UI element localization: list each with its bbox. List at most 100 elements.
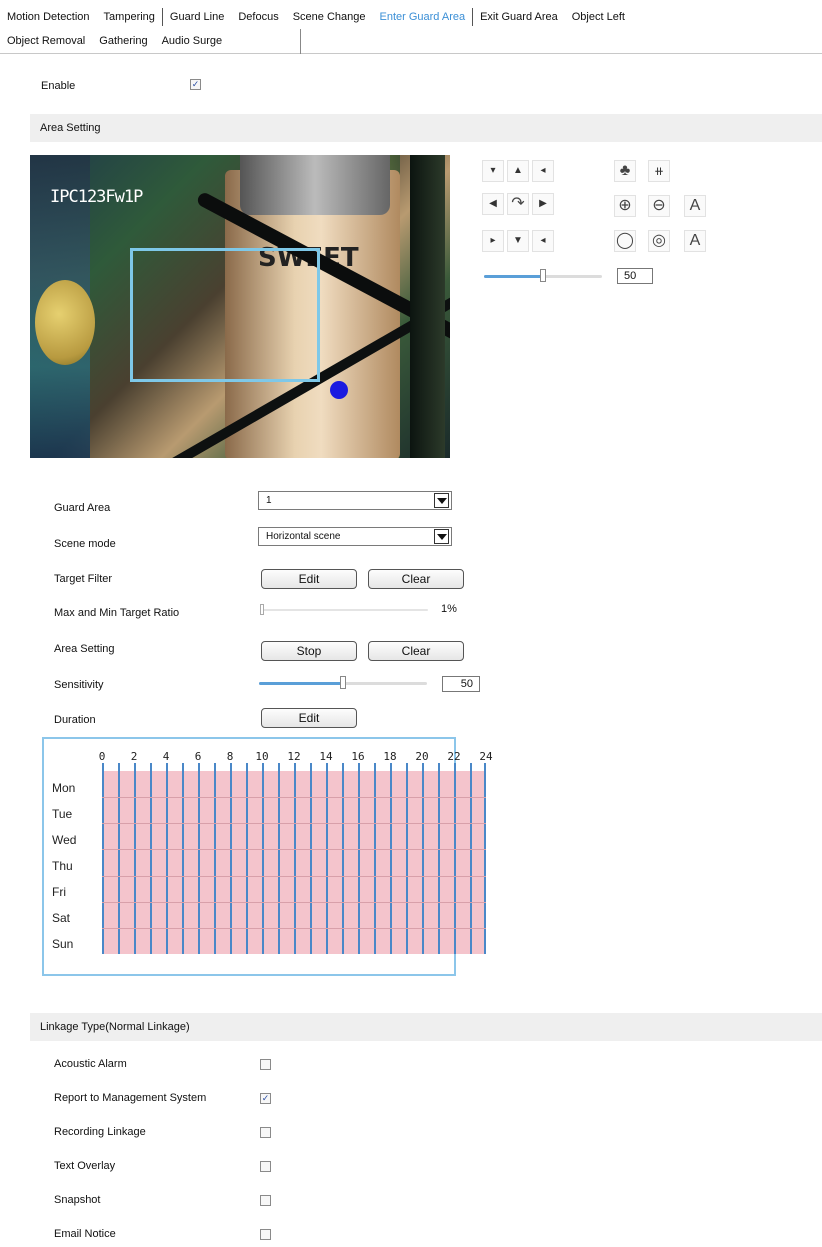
schedule-hour-tick <box>230 763 232 771</box>
ptz-down-icon[interactable]: ▼ <box>507 230 529 252</box>
linkage-checkbox[interactable] <box>260 1195 271 1206</box>
schedule-day-line <box>102 928 486 929</box>
hour-label: 0 <box>98 750 106 763</box>
day-label: Mon <box>52 781 76 795</box>
tab-row-1: Motion Detection Tampering Guard Line De… <box>0 6 632 28</box>
tab-guard-line[interactable]: Guard Line <box>163 8 231 26</box>
schedule-hour-tick <box>198 763 200 771</box>
ptz-up-right-icon[interactable]: ◂ <box>532 160 554 182</box>
video-object-lemon <box>35 280 95 365</box>
ptz-rotate-icon[interactable]: ↷ <box>507 193 529 215</box>
hour-label: 8 <box>226 750 234 763</box>
schedule-hour-line <box>390 771 392 954</box>
schedule-hour-line <box>166 771 168 954</box>
tab-divider-vertical <box>300 29 301 54</box>
duration-label: Duration <box>54 714 96 726</box>
ptz-speed-value[interactable]: 50 <box>617 268 653 284</box>
iris-open-icon[interactable]: ◯ <box>614 230 636 252</box>
tab-enter-guard-area[interactable]: Enter Guard Area <box>372 8 474 26</box>
area-setting-stop-button[interactable]: Stop <box>261 641 357 661</box>
target-ratio-thumb[interactable] <box>260 604 264 615</box>
chevron-down-icon[interactable] <box>434 493 449 508</box>
linkage-label: Text Overlay <box>54 1160 116 1172</box>
focus-far-icon[interactable]: ⧺ <box>648 160 670 182</box>
schedule-hour-line <box>422 771 424 954</box>
linkage-header: Linkage Type(Normal Linkage) <box>30 1013 822 1041</box>
guard-area-rectangle[interactable] <box>130 248 320 382</box>
schedule-hour-tick <box>134 763 136 771</box>
schedule-cells[interactable] <box>102 763 486 954</box>
guard-area-label: Guard Area <box>54 502 111 514</box>
ptz-speed-thumb[interactable] <box>540 269 546 282</box>
ptz-up-icon[interactable]: ▲ <box>507 160 529 182</box>
schedule-hour-tick <box>150 763 152 771</box>
target-filter-label: Target Filter <box>54 573 113 585</box>
linkage-label: Report to Management System <box>54 1092 207 1104</box>
scene-mode-select[interactable]: Horizontal scene <box>258 527 452 546</box>
video-preview[interactable]: SWEET IPC123Fw1P <box>30 155 450 458</box>
sensitivity-thumb[interactable] <box>340 676 346 689</box>
schedule-hour-tick <box>470 763 472 771</box>
schedule-hour-line <box>198 771 200 954</box>
schedule-grid[interactable]: 0 2 4 6 8 10 12 14 16 18 20 22 24 Mon Tue Wed Thu Fri Sat… <box>42 737 493 976</box>
schedule-hour-line <box>262 771 264 954</box>
chevron-down-icon[interactable] <box>434 529 449 544</box>
video-osd-text: IPC123Fw1P <box>50 187 143 207</box>
zoom-in-icon[interactable]: ⊕ <box>614 195 636 217</box>
target-ratio-value: 1% <box>441 603 457 615</box>
guard-area-direction-handle[interactable] <box>330 381 348 399</box>
hour-label: 4 <box>162 750 170 763</box>
schedule-hour-tick <box>166 763 168 771</box>
schedule-hour-line <box>118 771 120 954</box>
linkage-checkbox[interactable] <box>260 1229 271 1240</box>
day-label: Wed <box>52 833 77 847</box>
iris-close-icon[interactable]: ◎ <box>648 230 670 252</box>
schedule-hour-line <box>406 771 408 954</box>
schedule-hour-line <box>310 771 312 954</box>
schedule-day-line <box>102 823 486 824</box>
tab-defocus[interactable]: Defocus <box>231 8 285 26</box>
target-filter-clear-button[interactable]: Clear <box>368 569 464 589</box>
ptz-speed-fill <box>484 275 543 278</box>
linkage-checkbox[interactable] <box>260 1127 271 1138</box>
tab-scene-change[interactable]: Scene Change <box>286 8 373 26</box>
schedule-hour-tick <box>182 763 184 771</box>
sensitivity-value[interactable]: 50 <box>442 676 480 692</box>
schedule-hour-tick <box>390 763 392 771</box>
sensitivity-slider[interactable] <box>259 676 427 689</box>
ptz-left-icon[interactable]: ◀ <box>482 193 504 215</box>
area-setting-clear-button[interactable]: Clear <box>368 641 464 661</box>
tab-motion-detection[interactable]: Motion Detection <box>0 8 97 26</box>
target-ratio-label: Max and Min Target Ratio <box>54 607 180 619</box>
enable-checkbox[interactable]: ✓ <box>190 79 201 90</box>
schedule-hour-tick <box>326 763 328 771</box>
focus-near-icon[interactable]: ♣ <box>614 160 636 182</box>
linkage-checkbox[interactable] <box>260 1059 271 1070</box>
ptz-down-left-icon[interactable]: ▸ <box>482 230 504 252</box>
ptz-up-left-icon[interactable]: ▾ <box>482 160 504 182</box>
tab-audio-surge[interactable]: Audio Surge <box>155 32 230 50</box>
schedule-hour-line <box>294 771 296 954</box>
target-ratio-slider[interactable] <box>260 604 428 615</box>
tab-tampering[interactable]: Tampering <box>97 8 163 26</box>
schedule-hour-line <box>214 771 216 954</box>
duration-edit-button[interactable]: Edit <box>261 708 357 728</box>
schedule-hour-tick <box>214 763 216 771</box>
hour-label: 16 <box>351 750 365 763</box>
zoom-out-icon[interactable]: ⊖ <box>648 195 670 217</box>
target-filter-edit-button[interactable]: Edit <box>261 569 357 589</box>
tab-object-removal[interactable]: Object Removal <box>0 32 92 50</box>
auto-iris-icon[interactable]: A <box>684 230 706 252</box>
guard-area-select[interactable]: 1 <box>258 491 452 510</box>
ptz-speed-slider[interactable] <box>484 269 602 282</box>
tab-object-left[interactable]: Object Left <box>565 8 632 26</box>
linkage-checkbox[interactable]: ✓ <box>260 1093 271 1104</box>
tab-gathering[interactable]: Gathering <box>92 32 154 50</box>
ptz-right-icon[interactable]: ▶ <box>532 193 554 215</box>
auto-focus-icon[interactable]: A <box>684 195 706 217</box>
schedule-hour-tick <box>118 763 120 771</box>
tab-exit-guard-area[interactable]: Exit Guard Area <box>473 8 565 26</box>
ptz-down-right-icon[interactable]: ◂ <box>532 230 554 252</box>
linkage-checkbox[interactable] <box>260 1161 271 1172</box>
schedule-hour-tick <box>358 763 360 771</box>
